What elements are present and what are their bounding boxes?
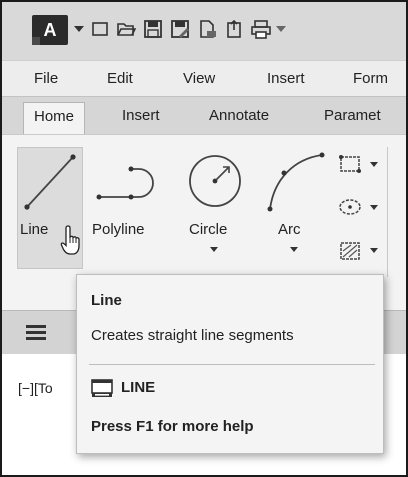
menu-insert[interactable]: Insert: [267, 70, 305, 87]
tooltip-description: Creates straight line segments: [91, 327, 294, 344]
rectangle-icon[interactable]: [337, 153, 363, 175]
menu-file[interactable]: File: [34, 70, 58, 87]
line-label: Line: [20, 221, 49, 238]
arc-label[interactable]: Arc: [278, 221, 301, 238]
circle-icon[interactable]: [185, 151, 245, 211]
export-icon[interactable]: [197, 19, 217, 39]
viewport-controls-label[interactable]: [−][To: [18, 380, 53, 396]
hamburger-menu-icon[interactable]: [26, 325, 46, 341]
hatch-icon[interactable]: [337, 239, 363, 263]
menu-edit[interactable]: Edit: [107, 70, 133, 87]
tooltip-command-name: LINE: [121, 379, 156, 396]
rectangle-dropdown-icon[interactable]: [370, 162, 378, 167]
polyline-icon[interactable]: [93, 155, 159, 215]
circle-dropdown-icon[interactable]: [210, 247, 218, 252]
tab-annotate[interactable]: Annotate: [209, 107, 269, 124]
app-menu-dropdown-icon[interactable]: [74, 26, 84, 32]
quick-access-toolbar: A: [2, 2, 406, 60]
print-icon[interactable]: [250, 19, 272, 39]
mouse-cursor-icon: [60, 225, 80, 255]
ribbon-tabs: Home Insert Annotate Paramet: [2, 96, 406, 135]
menu-bar: File Edit View Insert Form: [2, 60, 406, 97]
save-icon[interactable]: [143, 19, 163, 39]
qat-more-dropdown-icon[interactable]: [276, 26, 286, 32]
arc-dropdown-icon[interactable]: [290, 247, 298, 252]
save-as-icon[interactable]: [170, 19, 190, 39]
polyline-label[interactable]: Polyline: [92, 221, 145, 238]
ellipse-dropdown-icon[interactable]: [370, 205, 378, 210]
ellipse-icon[interactable]: [337, 196, 363, 218]
new-icon[interactable]: [90, 19, 110, 39]
line-tooltip: Line Creates straight line segments LINE…: [76, 274, 384, 454]
autocad-window: A File Edit View Insert Form Home Insert…: [0, 0, 408, 477]
tab-home[interactable]: Home: [23, 102, 86, 135]
open-icon[interactable]: [116, 19, 136, 39]
arc-icon[interactable]: [264, 149, 328, 213]
app-logo-letter: A: [43, 19, 57, 40]
hatch-dropdown-icon[interactable]: [370, 248, 378, 253]
menu-view[interactable]: View: [183, 70, 215, 87]
tooltip-title: Line: [91, 292, 122, 309]
menu-format[interactable]: Form: [353, 70, 388, 87]
tooltip-help-hint: Press F1 for more help: [91, 418, 254, 435]
panel-divider: [387, 147, 388, 277]
tab-parametric[interactable]: Paramet: [324, 107, 381, 124]
share-icon[interactable]: [224, 19, 244, 39]
tooltip-divider: [89, 364, 375, 365]
tab-insert[interactable]: Insert: [122, 107, 160, 124]
line-icon: [24, 154, 76, 210]
circle-label[interactable]: Circle: [189, 221, 227, 238]
command-line-icon: [91, 379, 113, 397]
application-menu-button[interactable]: A: [32, 15, 68, 45]
